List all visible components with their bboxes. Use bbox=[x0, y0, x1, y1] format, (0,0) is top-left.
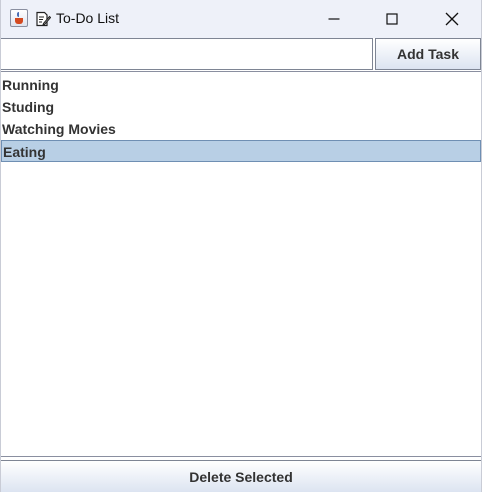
maximize-icon bbox=[386, 13, 398, 25]
minimize-icon bbox=[328, 18, 340, 20]
add-task-button[interactable]: Add Task bbox=[375, 38, 481, 70]
minimize-button[interactable] bbox=[305, 0, 363, 38]
close-button[interactable] bbox=[423, 0, 481, 38]
app-window: To-Do List Add Task Running Studing Watc… bbox=[0, 0, 482, 492]
maximize-button[interactable] bbox=[363, 0, 421, 38]
title-bar[interactable]: To-Do List bbox=[1, 0, 481, 38]
java-cup-icon[interactable] bbox=[10, 9, 28, 27]
close-icon bbox=[445, 12, 459, 26]
list-item[interactable]: Watching Movies bbox=[1, 118, 481, 140]
list-item[interactable]: Studing bbox=[1, 96, 481, 118]
task-list[interactable]: Running Studing Watching Movies Eating bbox=[1, 71, 481, 457]
delete-selected-button[interactable]: Delete Selected bbox=[1, 460, 481, 492]
task-input[interactable] bbox=[1, 38, 373, 70]
list-item-selected[interactable]: Eating bbox=[1, 140, 481, 162]
list-item[interactable]: Running bbox=[1, 74, 481, 96]
window-title: To-Do List bbox=[56, 10, 120, 26]
note-pencil-icon bbox=[36, 11, 51, 27]
